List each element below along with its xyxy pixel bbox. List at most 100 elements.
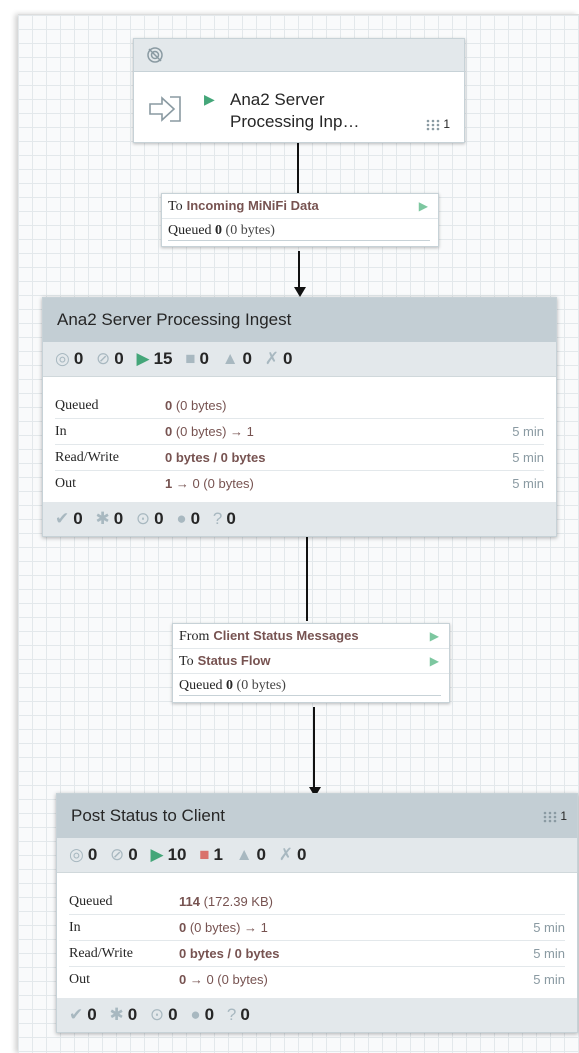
- group-count-badge: 1: [543, 794, 567, 838]
- not-transmitting-stat: ⊘ 0: [96, 349, 124, 368]
- stopped-icon: ■: [185, 349, 196, 368]
- version-status-bar: ✔ 0 ✱ 0 ⊙ 0 ● 0 ? 0: [57, 998, 577, 1032]
- queued-value: 0: [226, 678, 234, 693]
- transmitting-icon: ◎: [69, 845, 84, 864]
- transmitting-icon: ◎: [55, 349, 70, 368]
- row-label: In: [69, 914, 179, 941]
- queue-bar: [168, 240, 430, 241]
- row-time: 5 min: [512, 476, 544, 491]
- arrow-circle-up-icon: ⊙: [135, 509, 151, 528]
- connection-label-2[interactable]: From Client Status Messages ▶ To Status Fl…: [172, 623, 450, 703]
- invalid-stat: ▲ 0: [235, 845, 267, 864]
- exclamation-circle-icon: ●: [176, 509, 187, 528]
- group-count: 1: [560, 809, 567, 823]
- running-icon: ▶: [136, 349, 150, 368]
- checkmark-icon: ✔: [69, 1005, 84, 1024]
- not-transmitting-icon: ⊘: [110, 845, 125, 864]
- question-icon: ?: [212, 509, 223, 528]
- process-group-title-text: Post Status to Client: [71, 806, 226, 825]
- port-name-line1: Ana2 Server: [230, 90, 325, 109]
- asterisk-icon: ✱: [109, 1005, 124, 1024]
- input-port-icon: [146, 91, 186, 127]
- stale-modified-stat: ● 0: [190, 1005, 215, 1024]
- port-header: [134, 39, 464, 72]
- row-time: 5 min: [472, 914, 565, 941]
- remote-input-port[interactable]: ▶ Ana2 Server Processing Inp… 1: [133, 38, 465, 143]
- sync-failure-stat: ? 0: [226, 1005, 250, 1024]
- connection-to-row: To Incoming MiNiFi Data ▶: [162, 194, 438, 219]
- queued-size: (0 bytes): [236, 678, 286, 693]
- port-count: 1: [443, 117, 450, 131]
- not-transmitting-stat: ⊘ 0: [110, 845, 138, 864]
- arrow-circle-up-icon: ⊙: [149, 1005, 165, 1024]
- row-time: 5 min: [452, 418, 544, 445]
- stopped-icon: ■: [199, 845, 210, 864]
- queued-size: (0 bytes): [225, 223, 275, 238]
- destination-running-icon: ▶: [418, 199, 428, 213]
- row-label: Out: [69, 971, 90, 987]
- row-time: 5 min: [452, 444, 544, 471]
- row-time: [452, 393, 544, 419]
- arrow-head-1: [294, 287, 306, 297]
- table-row: Queued 0 (0 bytes): [55, 393, 544, 419]
- process-group-ingest[interactable]: Ana2 Server Processing Ingest ◎ 0 ⊘ 0 ▶ 15 …: [42, 297, 557, 537]
- connection-line-1-top[interactable]: [297, 141, 299, 195]
- running-stat: ▶ 10: [150, 845, 187, 864]
- running-status-icon: ▶: [204, 91, 215, 107]
- running-stat: ▶ 15: [136, 349, 173, 368]
- from-source-name: Client Status Messages: [213, 628, 359, 643]
- table-row: Queued 114 (172.39 KB): [69, 889, 565, 915]
- invalid-icon: ▲: [221, 349, 239, 368]
- connection-from-row: From Client Status Messages ▶: [173, 624, 449, 649]
- row-time: [472, 889, 565, 915]
- invalid-icon: ▲: [235, 845, 253, 864]
- sync-failure-stat: ? 0: [212, 509, 236, 528]
- queued-label: Queued: [168, 223, 212, 238]
- connection-label-1[interactable]: To Incoming MiNiFi Data ▶ Queued 0 (0 byt…: [161, 193, 439, 247]
- not-transmitting-icon: ⊘: [96, 349, 111, 368]
- invalid-stat: ▲ 0: [221, 349, 253, 368]
- transmission-disabled-icon[interactable]: [146, 46, 164, 64]
- destination-running-icon: ▶: [429, 654, 439, 668]
- flow-canvas[interactable]: ▶ Ana2 Server Processing Inp… 1 To Incomi…: [18, 14, 579, 1053]
- checkmark-icon: ✔: [55, 509, 70, 528]
- connection-queued-row: Queued 0 (0 bytes): [162, 219, 438, 243]
- connection-queued-row: Queued 0 (0 bytes): [173, 674, 449, 698]
- row-value: 0 bytes / 0 bytes: [179, 940, 473, 967]
- connection-line-1-bottom[interactable]: [298, 251, 300, 287]
- connection-to-row: To Status Flow ▶: [173, 649, 449, 674]
- to-destination-name: Incoming MiNiFi Data: [186, 198, 319, 213]
- from-prefix: From: [179, 629, 210, 644]
- row-value: 0 (0 bytes): [165, 393, 453, 419]
- source-running-icon: ▶: [429, 629, 439, 643]
- row-value: 0 bytes / 0 bytes: [165, 444, 453, 471]
- question-icon: ?: [226, 1005, 237, 1024]
- table-row: Out 1 → 0 (0 bytes) 5 min: [55, 471, 544, 497]
- connection-line-2-top[interactable]: [306, 535, 308, 621]
- row-time: 5 min: [472, 940, 565, 967]
- to-prefix: To: [168, 199, 183, 214]
- row-label: Queued: [55, 393, 165, 419]
- row-value: 1 → 0 (0 bytes): [165, 476, 254, 491]
- queued-value: 0: [215, 223, 223, 238]
- asterisk-icon: ✱: [95, 509, 110, 528]
- process-group-title: Post Status to Client 1: [57, 794, 577, 838]
- locally-modified-stat: ✱ 0: [95, 509, 124, 528]
- table-row: Read/Write 0 bytes / 0 bytes 5 min: [69, 940, 565, 967]
- transmitting-stat: ◎ 0: [69, 845, 98, 864]
- running-icon: ▶: [150, 845, 164, 864]
- exclamation-circle-icon: ●: [190, 1005, 201, 1024]
- to-prefix: To: [179, 654, 194, 669]
- table-row: In 0 (0 bytes) → 1 5 min: [55, 418, 544, 445]
- stopped-stat: ■ 0: [185, 349, 209, 368]
- table-row: In 0 (0 bytes) → 1 5 min: [69, 914, 565, 941]
- stopped-stat: ■ 1: [199, 845, 223, 864]
- process-group-title: Ana2 Server Processing Ingest: [43, 298, 556, 342]
- table-row: Out 0 → 0 (0 bytes) 5 min: [69, 967, 565, 993]
- process-group-post-status[interactable]: Post Status to Client 1 ◎ 0 ⊘ 0 ▶ 10 ■ 1 ▲ 0 …: [56, 793, 578, 1033]
- row-value: 0 → 0 (0 bytes): [179, 972, 268, 987]
- queue-bar: [179, 695, 441, 696]
- row-label: Read/Write: [55, 444, 165, 471]
- row-label: Out: [55, 475, 76, 491]
- connection-line-2-bottom[interactable]: [313, 707, 315, 787]
